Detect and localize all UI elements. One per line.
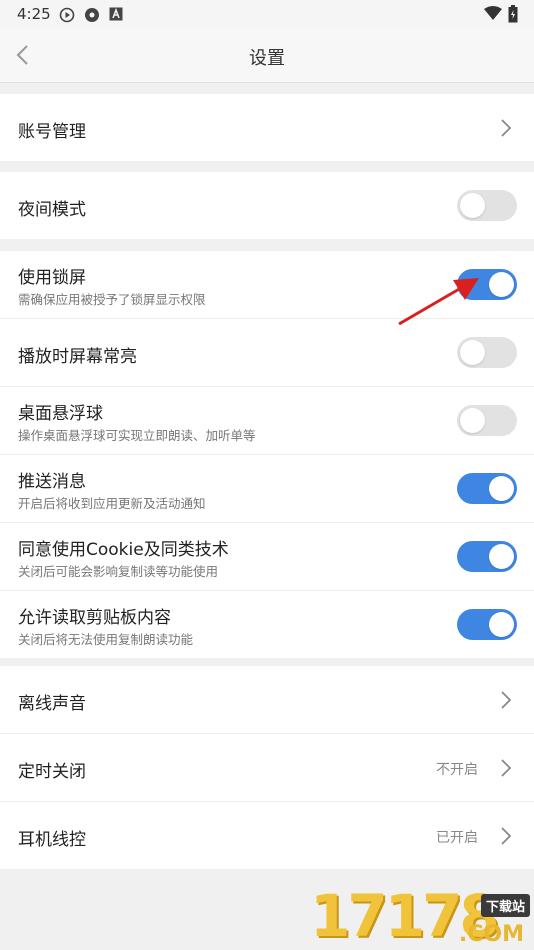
floating-ball-label: 桌面悬浮球: [18, 404, 103, 424]
account-label: 账号管理: [18, 122, 86, 142]
toggle-knob: [489, 612, 514, 637]
account-management-item[interactable]: 账号管理: [0, 94, 534, 161]
more-settings-section: 离线声音 定时关闭 不开启 耳机线控 已开启: [0, 666, 534, 869]
cookie-consent-toggle[interactable]: [457, 541, 517, 572]
lock-screen-label: 使用锁屏: [18, 268, 86, 288]
wifi-icon: [484, 6, 502, 20]
watermark-logo: 17178 下载站 .COM: [310, 882, 534, 950]
offline-voice-label: 离线声音: [18, 694, 86, 714]
clipboard-desc: 关闭后将无法使用复制朗读功能: [18, 632, 194, 647]
page-title: 设置: [249, 48, 285, 69]
annotation-arrow-icon: [398, 278, 479, 326]
status-bar: 4:25: [0, 0, 534, 28]
timer-close-value: 不开启: [436, 762, 478, 778]
font-notification-icon: [109, 7, 123, 21]
chevron-right-icon: [501, 827, 512, 845]
push-message-item: 推送消息 开启后将收到应用更新及活动通知: [0, 455, 534, 523]
toggle-knob: [489, 476, 514, 501]
app-header: 设置: [0, 28, 534, 83]
screen-on-label: 播放时屏幕常亮: [18, 347, 137, 367]
clipboard-item: 允许读取剪贴板内容 关闭后将无法使用复制朗读功能: [0, 591, 534, 658]
night-mode-label: 夜间模式: [18, 200, 86, 220]
night-mode-section: 夜间模式: [0, 172, 534, 239]
toggle-knob: [460, 193, 485, 218]
app-notification-icon: [85, 8, 99, 22]
chevron-right-icon: [501, 691, 512, 709]
headset-control-label: 耳机线控: [18, 830, 86, 850]
push-message-label: 推送消息: [18, 472, 86, 492]
watermark-tag: 下载站: [480, 894, 530, 917]
floating-ball-desc: 操作桌面悬浮球可实现立即朗读、加听单等: [18, 428, 256, 443]
timer-close-item[interactable]: 定时关闭 不开启: [0, 734, 534, 802]
timer-close-label: 定时关闭: [18, 762, 86, 782]
toggle-knob: [460, 340, 485, 365]
clipboard-toggle[interactable]: [457, 609, 517, 640]
chevron-right-icon: [501, 119, 512, 137]
cookie-consent-label: 同意使用Cookie及同类技术: [18, 540, 229, 560]
toggle-knob: [489, 544, 514, 569]
headset-control-value: 已开启: [436, 830, 478, 846]
toggle-knob: [460, 408, 485, 433]
offline-voice-item[interactable]: 离线声音: [0, 666, 534, 734]
push-message-toggle[interactable]: [457, 473, 517, 504]
headset-control-item[interactable]: 耳机线控 已开启: [0, 802, 534, 869]
toggle-knob: [489, 272, 514, 297]
floating-ball-item: 桌面悬浮球 操作桌面悬浮球可实现立即朗读、加听单等: [0, 387, 534, 455]
screen-on-toggle[interactable]: [457, 337, 517, 368]
battery-icon: [508, 5, 518, 23]
cookie-consent-item: 同意使用Cookie及同类技术 关闭后可能会影响复制读等功能使用: [0, 523, 534, 591]
account-section: 账号管理: [0, 94, 534, 161]
cookie-consent-desc: 关闭后可能会影响复制读等功能使用: [18, 564, 219, 579]
chevron-right-icon: [501, 759, 512, 777]
status-time: 4:25: [17, 5, 51, 23]
night-mode-item: 夜间模式: [0, 172, 534, 239]
floating-ball-toggle[interactable]: [457, 405, 517, 436]
watermark-com: .COM: [458, 922, 524, 947]
clipboard-label: 允许读取剪贴板内容: [18, 608, 171, 628]
push-message-desc: 开启后将收到应用更新及活动通知: [18, 496, 206, 511]
play-notification-icon: [59, 7, 75, 23]
lock-screen-desc: 需确保应用被授予了锁屏显示权限: [18, 292, 206, 307]
night-mode-toggle[interactable]: [457, 190, 517, 221]
